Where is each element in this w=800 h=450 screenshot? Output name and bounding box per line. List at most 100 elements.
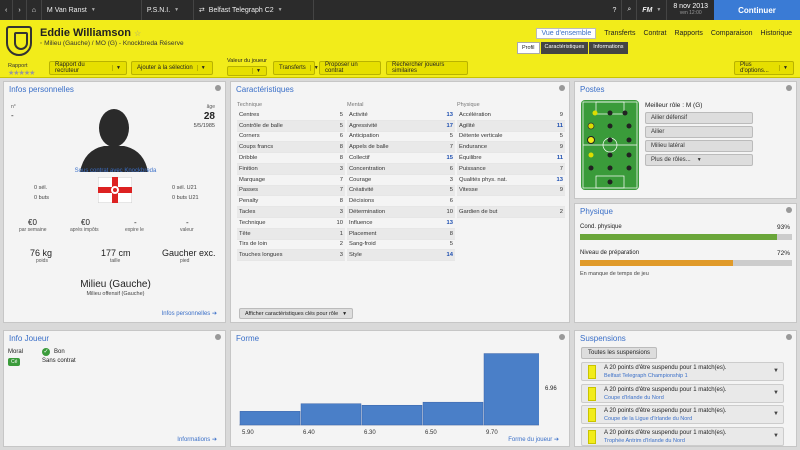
find-similar-button[interactable]: Rechercher joueurs similaires — [386, 61, 468, 75]
subtab-profile[interactable]: Profil — [517, 42, 540, 54]
role-winger[interactable]: Ailier — [645, 126, 753, 138]
attribute-row[interactable]: Concentration 6 — [347, 163, 455, 175]
form-bar[interactable] — [361, 404, 423, 426]
tab-history[interactable]: Historique — [760, 30, 792, 37]
attribute-row[interactable]: Détermination 10 — [347, 207, 455, 218]
attribute-row[interactable]: Anticipation 5 — [347, 132, 455, 143]
role-defensive-winger[interactable]: Ailier défensif — [645, 112, 753, 124]
attribute-row[interactable]: Technique 10 — [237, 218, 345, 229]
continue-button[interactable]: Continuer — [714, 0, 800, 20]
attribute-row[interactable]: Endurance 9 — [457, 142, 565, 154]
attribute-row[interactable]: Courage 3 — [347, 175, 455, 186]
suspension-competition[interactable]: Coupe d'Irlande du Nord — [604, 395, 664, 401]
tab-reports[interactable]: Rapports — [674, 30, 702, 37]
attribute-value: 3 — [339, 209, 343, 216]
role-wide-midfielder[interactable]: Milieu latéral — [645, 140, 753, 152]
star-outline-icon[interactable]: ☆ — [134, 29, 141, 38]
form-bar[interactable] — [422, 401, 484, 426]
add-selection-button[interactable]: Ajouter à la sélection ▼ — [131, 61, 213, 75]
more-roles-button[interactable]: Plus de rôles... ▼ — [645, 154, 753, 166]
attribute-row[interactable]: Touches longues 3 — [237, 250, 345, 262]
attribute-row[interactable]: Qualités phys. nat. 13 — [457, 175, 565, 186]
subtab-attributes[interactable]: Caractéristiques — [540, 42, 589, 54]
attribute-row[interactable]: Dribble 8 — [237, 153, 345, 164]
scout-report-button[interactable]: Rapport du recruteur ▼ — [49, 61, 127, 75]
breadcrumb[interactable]: ⇄ Belfast Telegraph C2 ▼ — [194, 0, 314, 20]
market-value-label: valeur — [180, 227, 194, 233]
gear-icon[interactable] — [215, 334, 221, 340]
attribute-row[interactable]: Centres 5 — [237, 110, 345, 121]
suspension-item[interactable]: A 20 points d'être suspendu pour 1 match… — [581, 405, 784, 424]
information-link[interactable]: Informations ➔ — [177, 436, 217, 443]
attribute-row[interactable]: Coups francs 8 — [237, 142, 345, 154]
suspension-competition[interactable]: Belfast Telegraph Championship 1 — [604, 373, 688, 379]
attribute-row[interactable]: Vitesse 9 — [457, 185, 565, 197]
attribute-row[interactable]: Puissance 7 — [457, 163, 565, 175]
help-button[interactable]: ? — [607, 0, 623, 20]
gear-icon[interactable] — [559, 85, 565, 91]
tab-transfers[interactable]: Transferts — [604, 30, 635, 37]
attribute-row[interactable]: Contrôle de balle 5 — [237, 120, 345, 132]
suspension-competition[interactable]: Trophée Antrim d'Irlande du Nord — [604, 438, 685, 444]
search-button[interactable]: ⌕ — [622, 0, 638, 20]
attribute-row[interactable]: Agressivité 17 — [347, 120, 455, 132]
suspension-item[interactable]: A 20 points d'être suspendu pour 1 match… — [581, 362, 784, 381]
form-bar[interactable] — [300, 403, 362, 426]
attribute-row[interactable]: Décisions 6 — [347, 196, 455, 208]
gear-icon[interactable] — [559, 334, 565, 340]
gear-icon[interactable] — [786, 207, 792, 213]
attribute-row[interactable]: Agilité 11 — [457, 120, 565, 132]
attribute-row[interactable]: Style 14 — [347, 250, 455, 262]
form-bar[interactable] — [239, 411, 301, 426]
propose-contract-button[interactable]: Proposer un contrat — [319, 61, 381, 75]
attribute-row[interactable]: Tête 1 — [237, 228, 345, 240]
attribute-row[interactable]: Penalty 8 — [237, 196, 345, 208]
value-dropdown[interactable]: ▼ — [227, 66, 267, 76]
attribute-row[interactable]: Équilibre 11 — [457, 153, 565, 164]
tab-contract[interactable]: Contrat — [643, 30, 666, 37]
form-link[interactable]: Forme du joueur ➔ — [508, 436, 559, 443]
attribute-row[interactable]: Appels de balle 7 — [347, 142, 455, 154]
attribute-row[interactable]: Corners 6 — [237, 132, 345, 143]
key-attributes-button[interactable]: Afficher caractéristiques clés pour rôle… — [239, 308, 354, 319]
attribute-row[interactable]: Collectif 15 — [347, 153, 455, 164]
back-button[interactable]: ‹ — [0, 0, 14, 20]
tab-comparison[interactable]: Comparaison — [711, 30, 753, 37]
subtab-information[interactable]: Informations — [589, 42, 628, 54]
attribute-row[interactable]: Accélération 9 — [457, 110, 565, 121]
attribute-row[interactable]: Tirs de loin 2 — [237, 240, 345, 251]
transfers-button[interactable]: Transferts ▼ — [273, 61, 319, 75]
attribute-row[interactable]: Détente verticale 5 — [457, 132, 565, 143]
expiry-label: expire le — [125, 227, 144, 233]
personal-info-link[interactable]: Infos personnelles ➔ — [162, 310, 217, 317]
club-menu[interactable]: P.S.N.I. ▼ — [142, 0, 194, 20]
fm-menu[interactable]: FM ▼ — [637, 0, 668, 20]
gear-icon[interactable] — [786, 334, 792, 340]
all-suspensions-button[interactable]: Toutes les suspensions — [581, 347, 658, 359]
chevron-down-icon: ▼ — [773, 432, 779, 439]
attribute-row[interactable]: Gardien de but 2 — [457, 207, 565, 218]
attribute-row[interactable]: Activité 13 — [347, 110, 455, 121]
attribute-row[interactable]: Passes 7 — [237, 185, 345, 197]
attribute-row[interactable]: Finition 3 — [237, 163, 345, 175]
attribute-row[interactable]: Sang-froid 5 — [347, 240, 455, 251]
suspension-item[interactable]: A 20 points d'être suspendu pour 1 match… — [581, 426, 784, 446]
more-options-button[interactable]: Plus d'options... ▼ — [734, 61, 794, 75]
gear-icon[interactable] — [786, 85, 792, 91]
attribute-row[interactable]: Marquage 7 — [237, 175, 345, 186]
form-bar[interactable] — [483, 353, 539, 426]
home-button[interactable]: ⌂ — [27, 0, 42, 20]
suspension-item[interactable]: A 20 points d'être suspendu pour 1 match… — [581, 383, 784, 403]
gear-icon[interactable] — [215, 85, 221, 91]
attribute-row[interactable] — [457, 196, 565, 208]
mental-group: Mental Activité 13 Agressivité 17 Anticipati… — [347, 102, 455, 262]
attribute-row[interactable]: Tacles 3 — [237, 207, 345, 218]
attribute-row[interactable]: Placement 8 — [347, 228, 455, 240]
attribute-row[interactable]: Influence 13 — [347, 218, 455, 229]
attribute-row[interactable]: Créativité 5 — [347, 185, 455, 197]
contract-link[interactable]: Sous contrat avec Knockbreda — [4, 168, 227, 174]
manager-menu[interactable]: M Van Ranst ▼ — [42, 0, 142, 20]
tab-overview[interactable]: Vue d'ensemble — [536, 28, 597, 39]
suspension-competition[interactable]: Coupe de la Ligue d'Irlande du Nord — [604, 416, 692, 422]
forward-button[interactable]: › — [13, 0, 27, 20]
